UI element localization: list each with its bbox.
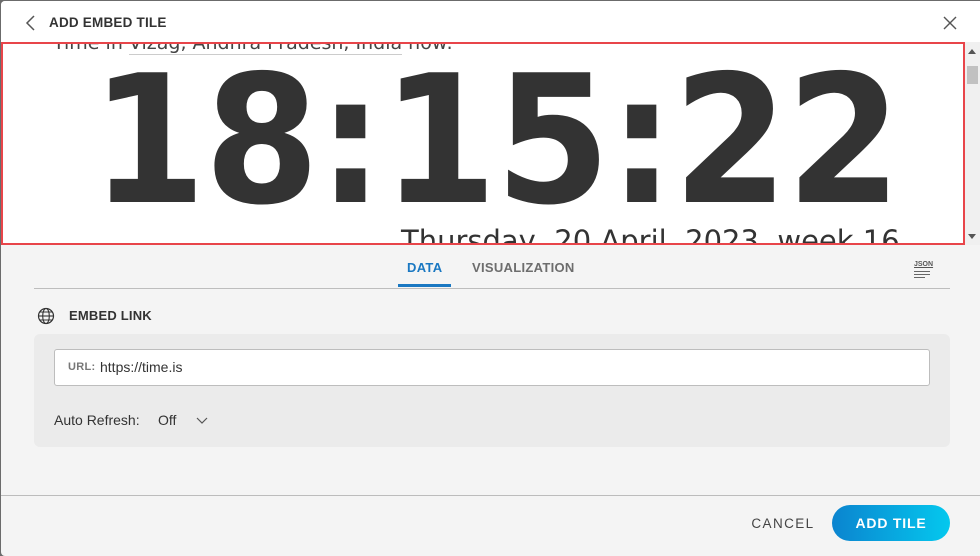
- json-button[interactable]: JSON: [914, 261, 934, 281]
- close-button[interactable]: [942, 15, 958, 31]
- url-label: URL:: [68, 361, 96, 373]
- dialog-header: ADD EMBED TILE: [1, 1, 980, 43]
- tab-visualization[interactable]: VISUALIZATION: [472, 260, 575, 285]
- clock-date: Thursday, 20 April, 2023, week 16: [401, 224, 900, 245]
- embed-link-card: URL: Auto Refresh: Off: [34, 334, 950, 447]
- back-button[interactable]: [23, 13, 41, 33]
- scroll-down-arrow-icon[interactable]: [968, 234, 976, 239]
- embed-preview: Time in Vizag, Andhra Pradesh, India now…: [1, 42, 980, 245]
- preview-scrollbar[interactable]: [965, 42, 980, 245]
- auto-refresh-dropdown[interactable]: Off: [158, 408, 218, 432]
- tab-bar: DATA VISUALIZATION JSON: [34, 253, 950, 289]
- chevron-down-icon: [196, 417, 208, 424]
- clock-time: 18:15:22: [91, 42, 901, 244]
- auto-refresh-label: Auto Refresh:: [54, 412, 140, 428]
- add-embed-tile-dialog: ADD EMBED TILE Time in Vizag, Andhra Pra…: [1, 1, 980, 556]
- footer-divider: [1, 495, 980, 496]
- url-field[interactable]: URL:: [54, 349, 930, 386]
- scroll-up-arrow-icon[interactable]: [968, 49, 976, 54]
- auto-refresh-value: Off: [158, 412, 177, 428]
- embed-iframe[interactable]: Time in Vizag, Andhra Pradesh, India now…: [1, 42, 965, 245]
- scroll-thumb[interactable]: [967, 66, 978, 84]
- url-input[interactable]: [100, 359, 900, 375]
- globe-icon: [37, 307, 55, 325]
- json-icon: JSON: [914, 261, 934, 268]
- dialog-title: ADD EMBED TILE: [49, 15, 167, 30]
- chevron-left-icon: [25, 15, 35, 31]
- add-tile-button[interactable]: ADD TILE: [832, 505, 950, 541]
- embed-link-title: EMBED LINK: [69, 308, 152, 323]
- cancel-button[interactable]: CANCEL: [745, 505, 821, 541]
- tab-data[interactable]: DATA: [397, 260, 452, 287]
- close-icon: [943, 16, 957, 30]
